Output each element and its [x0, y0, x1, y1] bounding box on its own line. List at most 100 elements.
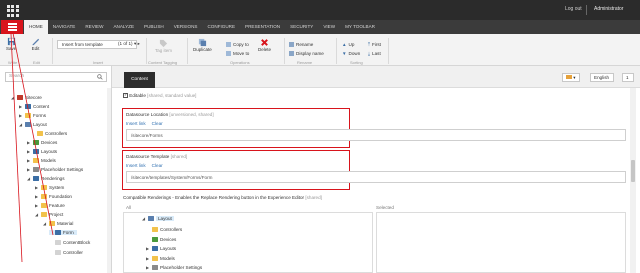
delete-button[interactable]: Delete — [258, 38, 271, 52]
copy-to-button[interactable]: Copy to — [226, 42, 249, 47]
tree-node-layouts[interactable]: ▶ Layouts — [27, 149, 57, 154]
content-scrollbar-thumb[interactable] — [631, 160, 635, 182]
tree-node-layout[interactable]: ◢ Layout — [19, 122, 47, 127]
search-input[interactable]: Search — [5, 72, 107, 82]
clear-button[interactable]: Clear — [152, 163, 163, 168]
tree-node-label: Forms — [33, 113, 47, 118]
list-item-controllers[interactable]: Controllers — [152, 227, 182, 232]
tab-presentation[interactable]: PRESENTATION — [240, 20, 285, 34]
expand-icon[interactable]: ▶ — [146, 265, 150, 270]
display-name-icon — [289, 51, 294, 56]
datasource-location-field[interactable]: /sitecore/Forms — [126, 129, 626, 141]
tree-node-sitecore[interactable]: ◢ Sitecore — [11, 95, 42, 100]
edit-label: Edit — [31, 46, 40, 51]
move-to-button[interactable]: Move to — [226, 51, 249, 56]
up-button[interactable]: ▲ Up — [342, 42, 354, 47]
editable-field[interactable]: ✓ Editable [shared, standard value] — [123, 92, 196, 99]
app-launcher-icon[interactable] — [5, 3, 19, 17]
datasource-template-field[interactable]: /sitecore/templates/System/Forms/Form — [126, 171, 626, 183]
search-icon[interactable] — [97, 74, 103, 80]
list-item-layout[interactable]: ◢ Layout — [142, 216, 174, 221]
flag-dropdown[interactable]: ▾ — [562, 73, 580, 82]
tree-node-contentblock[interactable]: ContentBlock — [49, 240, 90, 245]
tab-analyze[interactable]: ANALYZE — [108, 20, 139, 34]
collapse-icon[interactable]: ◢ — [35, 212, 39, 217]
tree-node-controller[interactable]: Controller — [49, 250, 83, 255]
expand-icon[interactable]: ▶ — [27, 158, 31, 163]
logout-link[interactable]: Log out — [565, 6, 582, 12]
selected-renderings-list[interactable] — [376, 212, 626, 273]
tree-node-devices[interactable]: ▶ Devices — [27, 140, 57, 145]
display-name-button[interactable]: Display name — [289, 51, 324, 56]
folder-icon — [41, 185, 47, 190]
tree-node-project[interactable]: ◢ Project — [35, 212, 63, 217]
clear-button[interactable]: Clear — [152, 121, 163, 126]
expand-icon[interactable]: ▶ — [19, 104, 23, 109]
delete-label: Delete — [258, 47, 272, 52]
list-item-layouts[interactable]: ▶ Layouts — [146, 246, 176, 251]
expand-icon[interactable]: ▶ — [27, 149, 31, 154]
tab-security[interactable]: SECURITY — [285, 20, 318, 34]
tree-node-feature[interactable]: ▶ Feature — [35, 203, 65, 208]
collapse-icon[interactable]: ◢ — [27, 176, 31, 181]
tree-node-label: Controllers — [45, 131, 68, 136]
tree-node-material[interactable]: ◢ Material — [43, 221, 73, 226]
tree-node-label: Placeholder Settings — [41, 167, 84, 172]
rename-button[interactable]: Rename — [289, 42, 313, 47]
expand-icon[interactable]: ▶ — [146, 246, 150, 251]
expand-icon[interactable]: ▶ — [27, 140, 31, 145]
expand-icon[interactable]: ▶ — [146, 256, 150, 261]
tree-scrollbar[interactable] — [107, 88, 111, 273]
down-button[interactable]: ▼ Down — [342, 51, 360, 56]
tree-node-form-selected[interactable]: Form — [49, 230, 77, 235]
folder-icon — [33, 158, 39, 163]
tab-versions[interactable]: VERSIONS — [169, 20, 203, 34]
list-item-models[interactable]: ▶ Models — [146, 256, 175, 261]
collapse-icon[interactable]: ◢ — [19, 122, 23, 127]
tag-item-button[interactable]: Tag item — [155, 39, 172, 53]
collapse-icon[interactable]: ◢ — [11, 95, 15, 100]
tab-home[interactable]: HOME — [24, 20, 48, 34]
tab-navigate[interactable]: NAVIGATE — [48, 20, 81, 34]
insert-link-button[interactable]: Insert link — [126, 163, 146, 168]
expand-icon[interactable]: ▶ — [19, 113, 23, 118]
tree-node-renderings[interactable]: ◢ Renderings — [27, 176, 65, 181]
edit-button[interactable]: Edit — [31, 37, 40, 51]
hamburger-menu-icon[interactable] — [1, 20, 23, 34]
tab-my-toolbar[interactable]: MY TOOLBAR — [340, 20, 380, 34]
version-dropdown[interactable]: 1 — [622, 73, 634, 82]
collapse-icon[interactable]: ◢ — [43, 221, 47, 226]
tree-node-label: Project — [49, 212, 64, 217]
tree-node-system[interactable]: ▶ System — [35, 185, 64, 190]
insert-arrows[interactable]: ▾ ▸ — [134, 41, 140, 47]
tree-node-models[interactable]: ▶ Models — [27, 158, 56, 163]
tab-configure[interactable]: CONFIGURE — [202, 20, 240, 34]
expand-icon[interactable]: ▶ — [27, 167, 31, 172]
all-renderings-list[interactable] — [123, 212, 373, 273]
first-button[interactable]: ⤒ First — [368, 42, 381, 47]
insert-link-button[interactable]: Insert link — [126, 121, 146, 126]
ribbon-divider — [187, 38, 188, 64]
expand-icon[interactable]: ▶ — [35, 185, 39, 190]
last-button[interactable]: ⤓ Last — [368, 51, 381, 56]
tree-node-placeholder-settings[interactable]: ▶ Placeholder Settings — [27, 167, 83, 172]
tab-publish[interactable]: PUBLISH — [139, 20, 169, 34]
tree-node-content[interactable]: ▶ Content — [19, 104, 49, 109]
tab-content[interactable]: Content — [124, 72, 155, 88]
tree-node-controllers[interactable]: Controllers — [31, 131, 67, 136]
language-dropdown[interactable]: English — [590, 73, 614, 82]
editable-checkbox[interactable]: ✓ — [123, 92, 128, 99]
tab-view[interactable]: VIEW — [318, 20, 340, 34]
expand-icon[interactable]: ▶ — [35, 194, 39, 199]
tree-node-foundation[interactable]: ▶ Foundation — [35, 194, 72, 199]
tree-node-label: System — [49, 185, 65, 190]
list-item-devices[interactable]: Devices — [152, 237, 176, 242]
username[interactable]: Administrator — [594, 6, 623, 12]
collapse-icon[interactable]: ◢ — [142, 216, 146, 221]
tree-node-forms[interactable]: ▶ Forms — [19, 113, 46, 118]
duplicate-button[interactable]: Duplicate — [193, 38, 212, 52]
save-button[interactable]: Save — [6, 37, 16, 51]
tab-review[interactable]: REVIEW — [80, 20, 108, 34]
list-item-placeholder-settings[interactable]: ▶ Placeholder Settings — [146, 265, 202, 270]
expand-icon[interactable]: ▶ — [35, 203, 39, 208]
